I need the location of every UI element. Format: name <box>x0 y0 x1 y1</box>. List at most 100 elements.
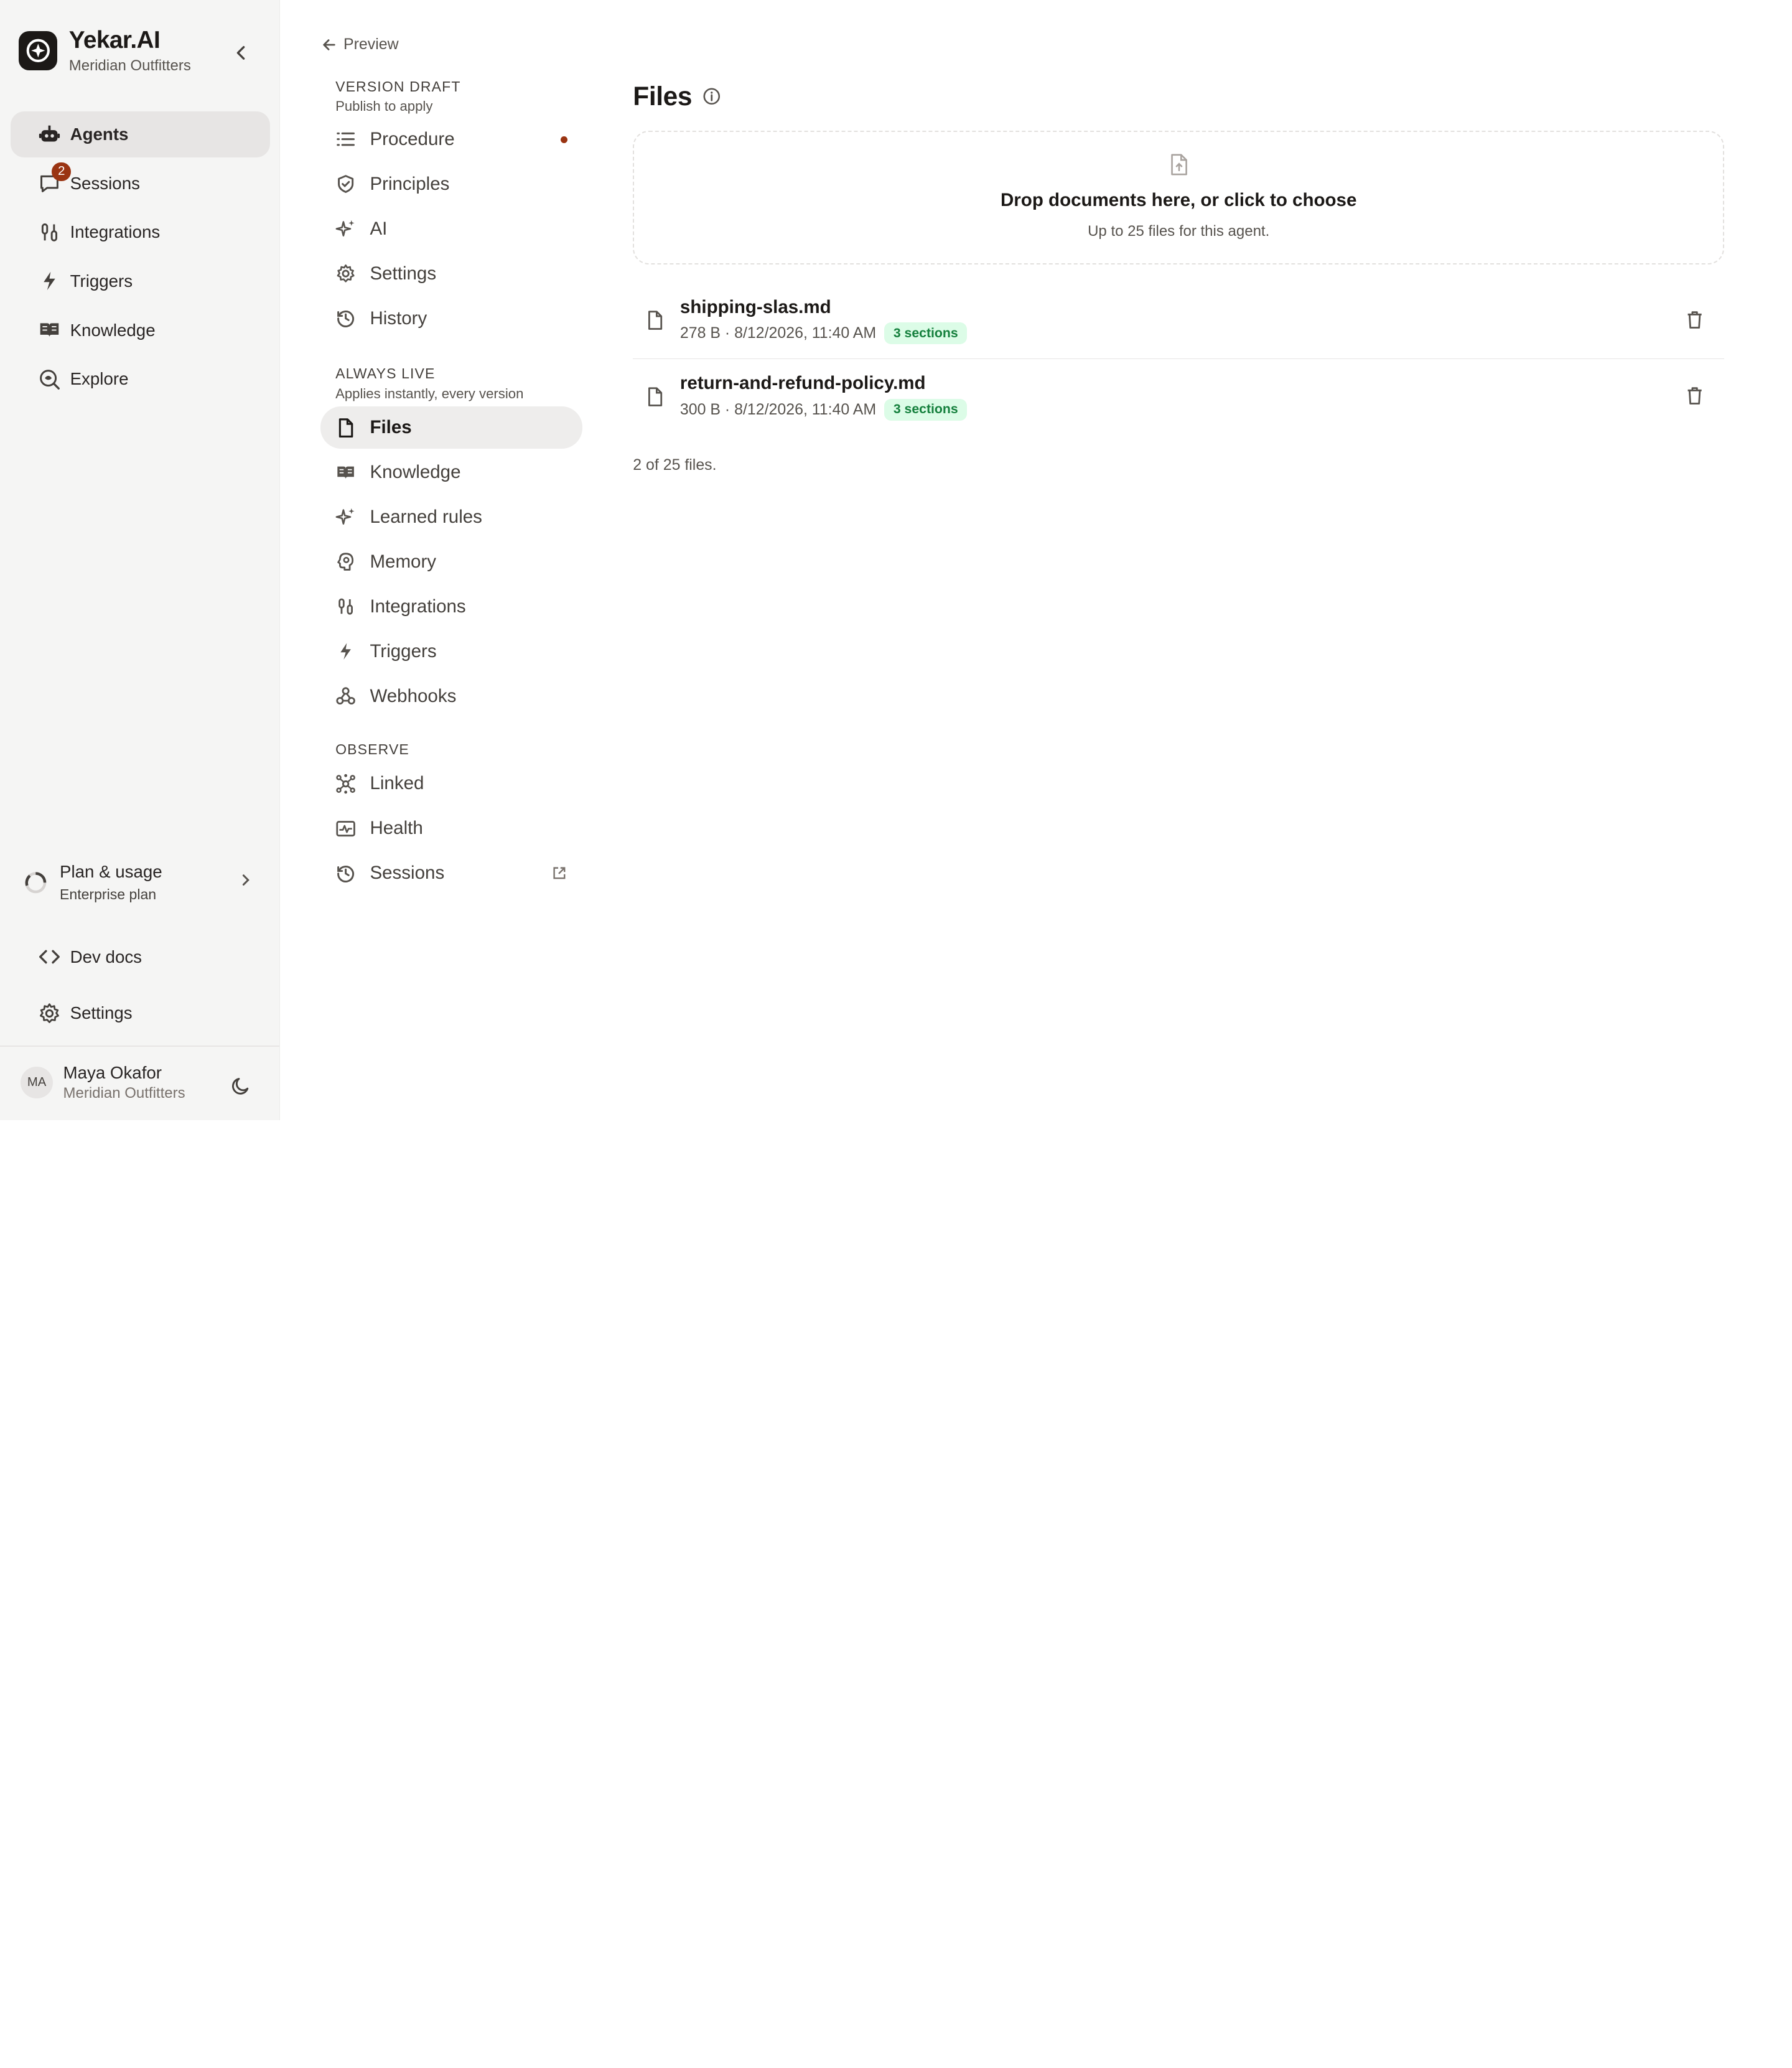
subnav-item-principles[interactable]: Principles <box>320 163 582 205</box>
nav-item-label: Knowledge <box>70 320 156 340</box>
app: Yekar.AI Meridian Outfitters Agents 2 Se… <box>0 0 1792 1121</box>
shield-check-icon <box>335 174 356 194</box>
back-to-preview-link[interactable]: Preview <box>322 35 399 54</box>
file-upload-icon <box>1169 153 1189 181</box>
sessions-count-badge: 2 <box>52 162 72 181</box>
nav-item-label: Triggers <box>70 271 133 291</box>
brain-icon <box>335 551 356 572</box>
trash-icon <box>1687 387 1702 405</box>
sparkles-icon <box>335 218 356 239</box>
delete-file-button[interactable] <box>1683 308 1706 331</box>
delete-file-button[interactable] <box>1683 385 1706 408</box>
subnav-item-integrations[interactable]: Integrations <box>320 586 582 628</box>
subnav-item-label: AI <box>370 218 388 239</box>
subnav-item-procedure[interactable]: Procedure <box>320 118 582 161</box>
file-list: shipping-slas.md 278 B · 8/12/2026, 11:4… <box>633 283 1725 434</box>
file-icon <box>643 309 666 332</box>
nav-item-agents[interactable]: Agents <box>10 111 270 157</box>
file-name: return-and-refund-policy.md <box>679 373 926 394</box>
list-icon <box>335 129 356 149</box>
subnav-item-learned-rules[interactable]: Learned rules <box>320 496 582 538</box>
subnav-item-history[interactable]: History <box>320 297 582 340</box>
user-profile[interactable]: MA Maya Okafor Meridian Outfitters <box>21 1063 185 1103</box>
subnav-item-label: Webhooks <box>370 686 457 707</box>
subnav-item-ai[interactable]: AI <box>320 208 582 250</box>
dropzone-title: Drop documents here, or click to choose <box>1000 190 1357 211</box>
subnav-item-sessions[interactable]: Sessions <box>320 852 582 894</box>
info-icon[interactable] <box>702 87 721 106</box>
chevron-right-icon <box>242 874 250 886</box>
back-label: Preview <box>343 35 399 54</box>
sections-badge: 3 sections <box>884 322 968 345</box>
user-org: Meridian Outfitters <box>63 1085 185 1102</box>
moon-icon <box>232 1078 249 1095</box>
page-title: Files <box>633 82 693 111</box>
file-icon <box>643 385 666 408</box>
history-icon <box>335 308 356 329</box>
subnav-item-label: Procedure <box>370 128 455 149</box>
subnav-item-label: Linked <box>370 773 424 794</box>
integrations-icon <box>335 596 356 617</box>
subnav-item-label: Files <box>370 417 412 438</box>
subnav-item-webhooks[interactable]: Webhooks <box>320 675 582 718</box>
chevron-left-icon <box>236 46 245 60</box>
subnav-item-files[interactable]: Files <box>320 406 582 449</box>
nav-item-sessions[interactable]: 2 Sessions <box>11 161 270 207</box>
subnav-item-label: Memory <box>370 551 437 573</box>
always-live-section: ALWAYS LIVE Applies instantly, every ver… <box>320 365 582 720</box>
subnav-item-linked[interactable]: Linked <box>320 762 582 805</box>
file-meta: 278 B · 8/12/2026, 11:40 AM <box>679 324 877 342</box>
sidebar: Yekar.AI Meridian Outfitters Agents 2 Se… <box>0 0 281 1121</box>
code-icon <box>38 945 61 968</box>
activity-icon <box>335 818 356 839</box>
subnav-item-triggers[interactable]: Triggers <box>320 630 582 673</box>
file-row[interactable]: return-and-refund-policy.md 300 B · 8/12… <box>633 358 1725 434</box>
avatar: MA <box>21 1066 53 1099</box>
book-icon <box>335 462 356 483</box>
subnav-item-label: Principles <box>370 173 450 194</box>
nav-item-label: Agents <box>70 124 129 144</box>
subnav-item-settings[interactable]: Settings <box>320 253 582 295</box>
settings-link[interactable]: Settings <box>38 1002 133 1025</box>
settings-label: Settings <box>70 1003 133 1023</box>
subnav-item-label: Integrations <box>370 596 466 617</box>
subnav-item-label: History <box>370 307 427 329</box>
subnav-item-label: Settings <box>370 263 437 284</box>
subnav-item-label: Sessions <box>370 863 445 884</box>
file-name: shipping-slas.md <box>679 296 831 317</box>
nav-item-label: Sessions <box>70 173 140 193</box>
brand[interactable]: Yekar.AI Meridian Outfitters <box>18 26 191 75</box>
subnav-item-knowledge[interactable]: Knowledge <box>320 451 582 494</box>
nav-item-integrations[interactable]: Integrations <box>11 209 270 255</box>
section-subtitle: Applies instantly, every version <box>335 385 524 401</box>
version-draft-section: VERSION DRAFT Publish to apply Procedure… <box>320 78 582 342</box>
brand-name: Yekar.AI <box>68 26 161 54</box>
collapse-sidebar-button[interactable] <box>230 41 253 64</box>
brand-org: Meridian Outfitters <box>68 57 191 75</box>
section-subtitle: Publish to apply <box>335 98 433 115</box>
explore-icon <box>38 368 61 391</box>
network-icon <box>335 774 356 794</box>
bolt-icon <box>38 269 61 292</box>
nav-item-triggers[interactable]: Triggers <box>11 258 270 304</box>
gear-icon <box>335 263 356 284</box>
observe-section: OBSERVE Linked Health Sessions <box>320 741 582 897</box>
nav-item-explore[interactable]: Explore <box>11 356 270 402</box>
file-row[interactable]: shipping-slas.md 278 B · 8/12/2026, 11:4… <box>633 283 1724 358</box>
dev-docs-label: Dev docs <box>70 947 142 966</box>
nav-item-knowledge[interactable]: Knowledge <box>11 307 270 353</box>
theme-toggle-button[interactable] <box>230 1074 253 1097</box>
subnav-item-memory[interactable]: Memory <box>320 541 582 583</box>
file-dropzone[interactable]: Drop documents here, or click to choose … <box>633 131 1725 264</box>
history-icon <box>335 863 356 884</box>
subnav-item-health[interactable]: Health <box>320 807 582 849</box>
plan-title: Plan & usage <box>59 861 162 881</box>
file-icon <box>335 418 356 438</box>
gear-icon <box>38 1002 61 1025</box>
usage-ring-icon <box>25 871 47 893</box>
file-count: 2 of 25 files. <box>633 456 717 474</box>
book-icon <box>38 319 61 342</box>
dev-docs-link[interactable]: Dev docs <box>38 945 142 968</box>
plan-usage-link[interactable]: Plan & usage Enterprise plan <box>23 853 266 912</box>
trash-icon <box>1687 311 1702 329</box>
